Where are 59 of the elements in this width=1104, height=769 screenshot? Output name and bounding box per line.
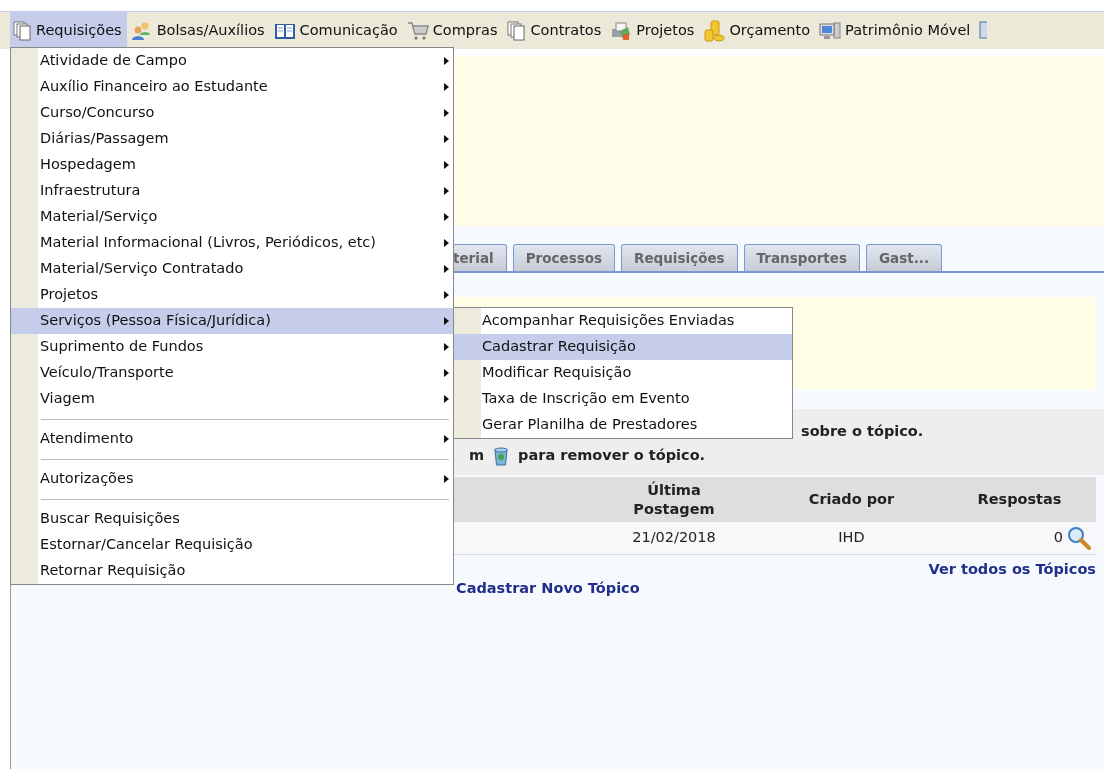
menu-item[interactable]: Modificar Requisição xyxy=(454,360,792,386)
coins-icon xyxy=(703,20,726,42)
menubar-item[interactable]: Requisições xyxy=(10,12,127,48)
menu-item[interactable]: Estornar/Cancelar Requisição xyxy=(11,532,453,558)
table-cell-text: 0 xyxy=(1053,528,1063,548)
menu-item[interactable]: Material Informacional (Livros, Periódicos, etc) xyxy=(11,230,453,256)
menu-item[interactable]: Suprimento de Fundos xyxy=(11,334,453,360)
menu-item[interactable]: Projetos xyxy=(11,282,453,308)
menu-item[interactable]: Diárias/Passagem xyxy=(11,126,453,152)
book-icon xyxy=(273,21,296,40)
instruction-text: sobre o tópico. xyxy=(801,423,924,439)
menu-item[interactable]: Retornar Requisição xyxy=(11,558,453,584)
new-topic-link[interactable]: Cadastrar Novo Tópico xyxy=(456,579,640,596)
column-header: Respostas xyxy=(976,490,1063,509)
tab[interactable]: Transportes xyxy=(743,244,860,271)
menu-item[interactable]: Gerar Planilha de Prestadores xyxy=(454,412,792,438)
menu-item[interactable]: Hospedagem xyxy=(11,152,453,178)
menu-item[interactable]: Veículo/Transporte xyxy=(11,360,453,386)
table-cell-text: 21/02/2018 xyxy=(631,528,717,548)
tab[interactable]: Gast... xyxy=(866,244,943,271)
menubar-item[interactable]: Projetos xyxy=(608,12,700,48)
menu-item[interactable]: Buscar Requisições xyxy=(11,506,453,532)
tab[interactable]: Processos xyxy=(512,244,615,271)
menu-item[interactable]: Infraestrutura xyxy=(11,178,453,204)
column-header: Última Postagem xyxy=(632,481,716,518)
window-icon[interactable] xyxy=(977,20,988,40)
menu-item[interactable]: Curso/Concurso xyxy=(11,100,453,126)
instruction-text: para remover o tópico. xyxy=(518,446,706,465)
printer-icon xyxy=(610,20,633,41)
search-icon[interactable] xyxy=(1067,526,1091,550)
tab[interactable]: terial xyxy=(453,244,507,271)
menu-item[interactable]: Autorizações xyxy=(11,466,453,492)
cart-icon xyxy=(406,20,429,41)
table-cell-text: IHD xyxy=(837,528,866,548)
menu-item[interactable]: Taxa de Inscrição em Evento xyxy=(454,386,792,412)
trash-icon xyxy=(492,445,511,466)
view-all-topics-link[interactable]: Ver todos os Tópicos xyxy=(928,559,1096,581)
column-header: Criado por xyxy=(807,490,896,509)
menubar-item[interactable]: Contratos xyxy=(504,12,607,48)
menu-item[interactable]: Material/Serviço xyxy=(11,204,453,230)
menubar-item[interactable]: Patrimônio Móvel xyxy=(817,12,976,48)
menubar-item[interactable]: Bolsas/Auxílios xyxy=(128,12,270,48)
menu-item[interactable]: Atividade de Campo xyxy=(11,48,453,74)
menu-item[interactable]: Viagem xyxy=(11,386,453,412)
menubar-item[interactable]: Compras xyxy=(404,12,503,48)
people-icon xyxy=(130,20,153,41)
tab[interactable]: Requisições xyxy=(621,244,738,271)
menu-item[interactable]: Acompanhar Requisições Enviadas xyxy=(454,308,792,334)
menu-item[interactable]: Material/Serviço Contratado xyxy=(11,256,453,282)
menu-item[interactable]: Cadastrar Requisição xyxy=(454,334,792,360)
pages-icon xyxy=(12,20,32,41)
menubar-item[interactable]: Comunicação xyxy=(271,12,403,48)
menu-item[interactable]: Auxílio Financeiro ao Estudante xyxy=(11,74,453,100)
instruction-text: m xyxy=(469,446,485,465)
menubar-item[interactable]: Orçamento xyxy=(701,12,816,48)
computer-icon xyxy=(819,20,842,41)
menu-item[interactable]: Atendimento xyxy=(11,426,453,452)
pages-icon xyxy=(506,20,527,41)
menu-item[interactable]: Serviços (Pessoa Física/Jurídica) xyxy=(11,308,453,334)
